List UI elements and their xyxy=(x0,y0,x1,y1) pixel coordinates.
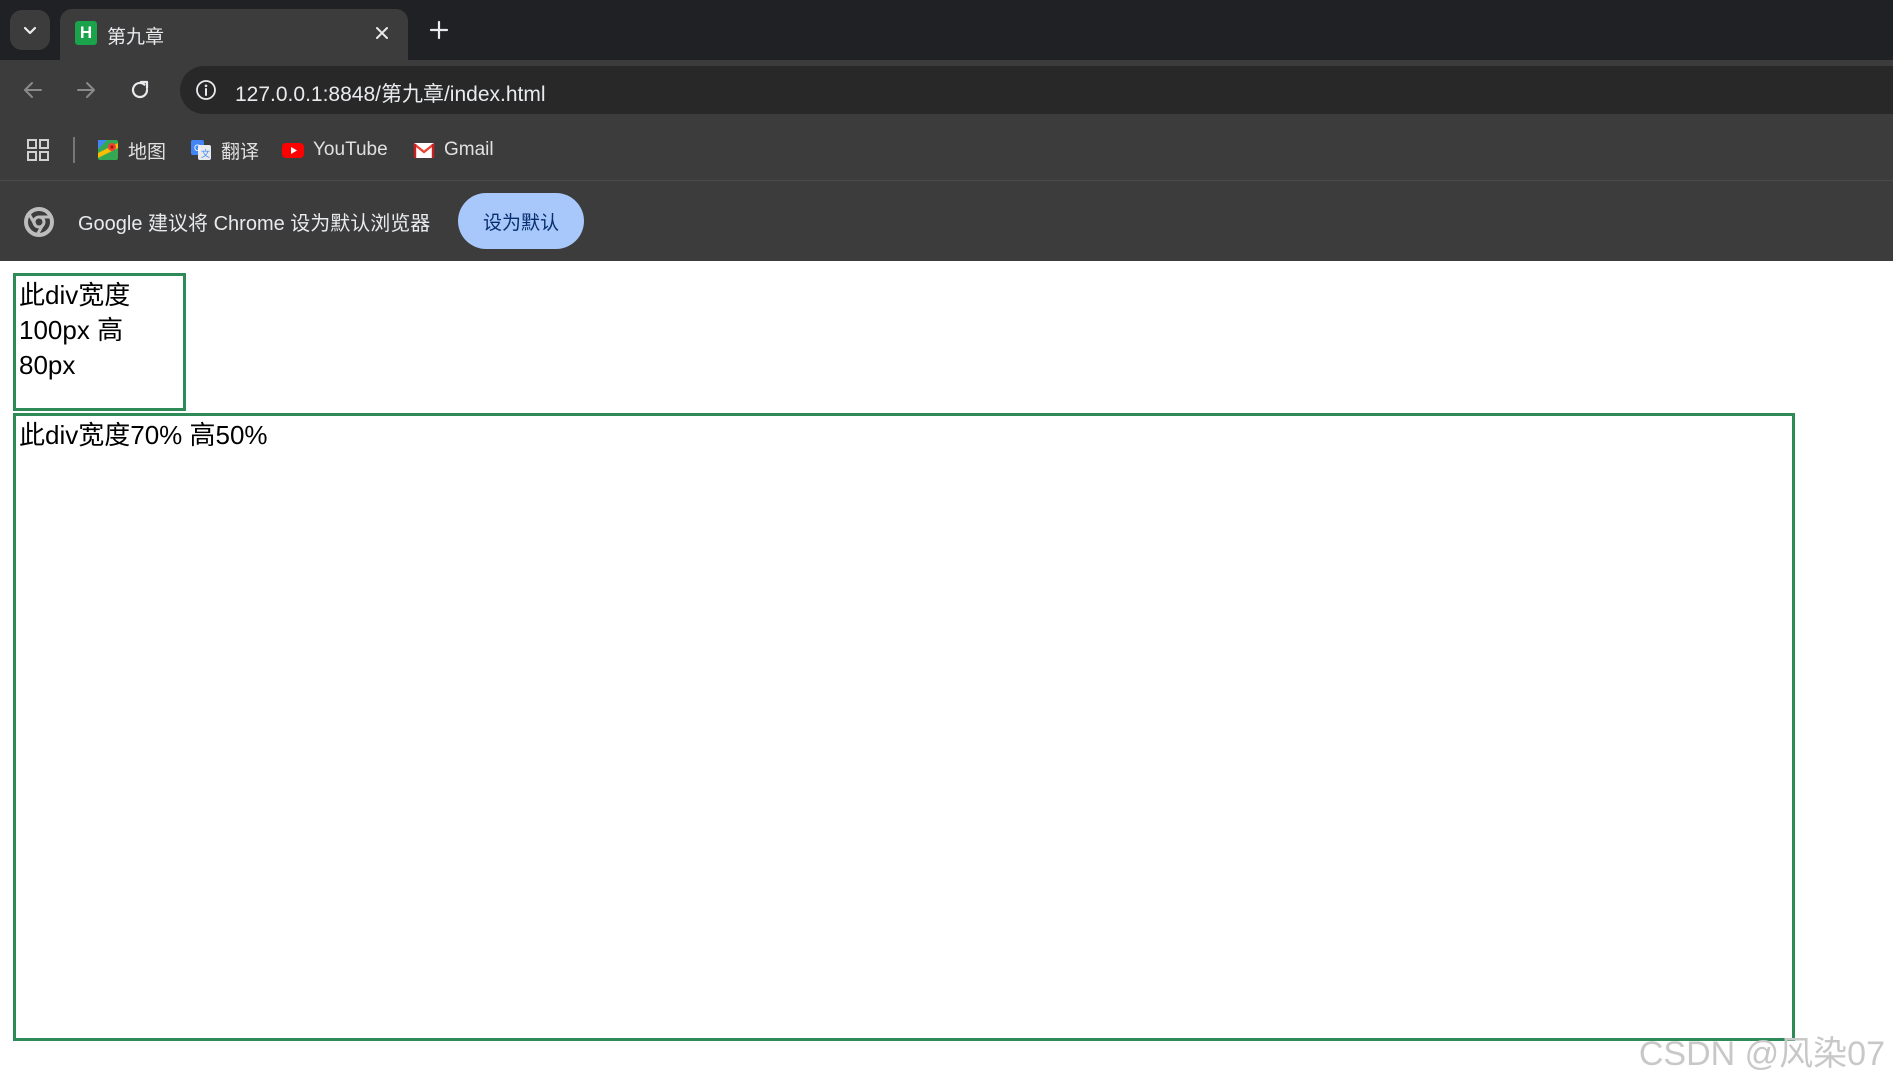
fixed-div-line-1: 此div宽度 xyxy=(19,280,131,310)
fixed-size-div: 此div宽度 100px 高 80px xyxy=(13,273,186,411)
tab-title: 第九章 xyxy=(107,27,165,48)
youtube-icon xyxy=(282,143,304,158)
bookmark-maps[interactable]: 地图 xyxy=(97,137,166,163)
fixed-div-line-3: 80px xyxy=(19,350,76,380)
bookmark-label: YouTube xyxy=(313,139,388,160)
tab-search-button[interactable] xyxy=(10,10,50,50)
translate-icon: G 文 xyxy=(191,140,211,160)
arrow-right-icon xyxy=(77,82,95,98)
svg-text:文: 文 xyxy=(201,148,210,159)
tab-close-button[interactable] xyxy=(370,21,394,45)
plus-icon xyxy=(429,20,449,40)
bookmarks-separator xyxy=(73,137,75,163)
address-bar[interactable]: 127.0.0.1:8848/第九章/index.html xyxy=(180,66,1893,114)
new-tab-button[interactable] xyxy=(424,12,454,48)
csdn-watermark: CSDN @风染07 xyxy=(1638,1035,1885,1073)
reload-icon xyxy=(131,80,149,99)
maps-icon xyxy=(98,140,118,160)
set-default-button[interactable]: 设为默认 xyxy=(458,193,584,249)
bookmark-translate[interactable]: G 文 翻译 xyxy=(190,137,259,163)
default-browser-infobar: Google 建议将 Chrome 设为默认浏览器 设为默认 xyxy=(0,181,1893,261)
percent-size-div: 此div宽度70% 高50% xyxy=(13,413,1795,1041)
back-button[interactable] xyxy=(16,73,50,107)
browser-toolbar: 127.0.0.1:8848/第九章/index.html xyxy=(0,60,1893,118)
site-info-icon[interactable] xyxy=(194,78,218,102)
bookmark-label: Gmail xyxy=(444,139,494,160)
url-text: 127.0.0.1:8848/第九章/index.html xyxy=(235,83,546,106)
close-icon xyxy=(376,27,388,39)
apps-grid-icon[interactable] xyxy=(26,138,50,162)
infobar-message: Google 建议将 Chrome 设为默认浏览器 xyxy=(78,213,431,235)
bookmark-youtube[interactable]: YouTube xyxy=(282,137,388,163)
bookmark-label: 地图 xyxy=(128,141,167,163)
gmail-icon xyxy=(413,143,435,158)
chevron-down-icon xyxy=(23,26,37,35)
forward-button[interactable] xyxy=(69,73,103,107)
tab-strip: H 第九章 xyxy=(0,0,1893,60)
arrow-left-icon xyxy=(24,82,42,98)
hbuilder-favicon-icon: H xyxy=(75,21,97,45)
bookmark-gmail[interactable]: Gmail xyxy=(413,137,494,163)
percent-div-text: 此div宽度70% 高50% xyxy=(19,420,268,450)
chrome-logo-icon xyxy=(24,207,54,237)
svg-text:G: G xyxy=(194,143,201,153)
bookmark-label: 翻译 xyxy=(221,141,260,163)
reload-button[interactable] xyxy=(123,73,157,107)
fixed-div-line-2: 100px 高 xyxy=(19,315,124,345)
active-tab[interactable]: H 第九章 xyxy=(60,9,408,60)
